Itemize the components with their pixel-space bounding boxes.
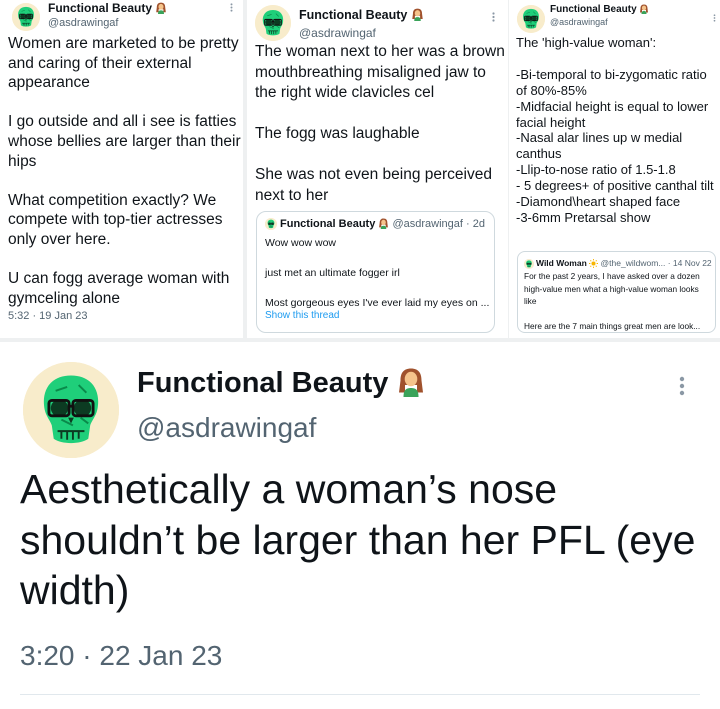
quote-meta: @asdrawingaf · 2d	[392, 218, 485, 230]
quote-author-name: Functional Beauty	[280, 218, 376, 230]
divider	[20, 694, 700, 695]
author-name[interactable]: Functional Beauty	[550, 4, 649, 15]
author-handle[interactable]: @asdrawingaf	[550, 17, 608, 27]
avatar[interactable]	[12, 3, 40, 31]
author-name[interactable]: Functional Beauty	[299, 8, 424, 22]
quote-header: Functional Beauty @asdrawingaf · 2d	[265, 218, 485, 231]
timestamp[interactable]: 3:20 · 22 Jan 23	[20, 640, 222, 672]
quote-avatar	[265, 218, 277, 231]
tweet-text: The 'high-value woman': -Bi-temporal to …	[516, 35, 714, 225]
author-handle[interactable]: @asdrawingaf	[299, 26, 376, 40]
woman-emoji-icon	[155, 2, 167, 14]
quote-tweet-card[interactable]: Wild Woman @the_wildwom... · 14 Nov 22 F…	[517, 251, 716, 333]
quote-author-name: Wild Woman	[536, 258, 587, 268]
quote-avatar	[524, 258, 534, 269]
tweet-text: Women are marketed to be pretty and cari…	[8, 35, 241, 307]
more-options-icon[interactable]	[713, 14, 716, 24]
avatar[interactable]	[255, 5, 291, 41]
more-options-icon[interactable]	[230, 3, 233, 14]
skull-avatar-icon	[517, 5, 545, 33]
woman-emoji-icon	[396, 367, 426, 397]
tweet-text: Aesthetically a woman’s nose shouldn’t b…	[20, 466, 696, 613]
quote-text: For the past 2 years, I have asked over …	[524, 271, 701, 332]
author-handle[interactable]: @asdrawingaf	[137, 412, 316, 444]
timestamp[interactable]: 5:32 · 19 Jan 23	[8, 310, 88, 322]
skull-avatar-icon	[23, 362, 119, 458]
skull-avatar-icon	[255, 5, 291, 41]
more-options-icon[interactable]	[492, 12, 495, 25]
quote-text: Wow wow wow just met an ultimate fogger …	[265, 237, 490, 309]
more-options-icon[interactable]	[679, 375, 685, 399]
author-name[interactable]: Functional Beauty	[137, 367, 426, 400]
avatar[interactable]	[517, 5, 545, 33]
tweet-text: The woman next to her was a brown mouthb…	[255, 43, 505, 204]
tweet-left[interactable]: Functional Beauty @asdrawingaf Women are…	[0, 0, 243, 338]
woman-emoji-icon	[378, 218, 389, 229]
show-thread-link[interactable]: Show this thread	[265, 310, 340, 321]
avatar[interactable]	[23, 362, 119, 458]
quote-tweet-card[interactable]: Functional Beauty @asdrawingaf · 2d Wow …	[256, 211, 495, 333]
tweet-middle[interactable]: Functional Beauty @asdrawingaf The woman…	[247, 0, 508, 338]
sun-emoji-icon	[589, 259, 598, 268]
quote-header: Wild Woman @the_wildwom... · 14 Nov 22	[524, 258, 713, 269]
main-tweet[interactable]: Functional Beauty @asdrawingaf Aesthetic…	[0, 342, 720, 709]
tweet-right[interactable]: Functional Beauty @asdrawingaf The 'high…	[509, 0, 720, 338]
author-handle[interactable]: @asdrawingaf	[48, 17, 118, 29]
author-name[interactable]: Functional Beauty	[48, 1, 167, 15]
woman-emoji-icon	[639, 4, 649, 14]
quote-meta: @the_wildwom... · 14 Nov 22	[600, 258, 712, 268]
skull-avatar-icon	[12, 3, 40, 31]
woman-emoji-icon	[411, 8, 424, 21]
